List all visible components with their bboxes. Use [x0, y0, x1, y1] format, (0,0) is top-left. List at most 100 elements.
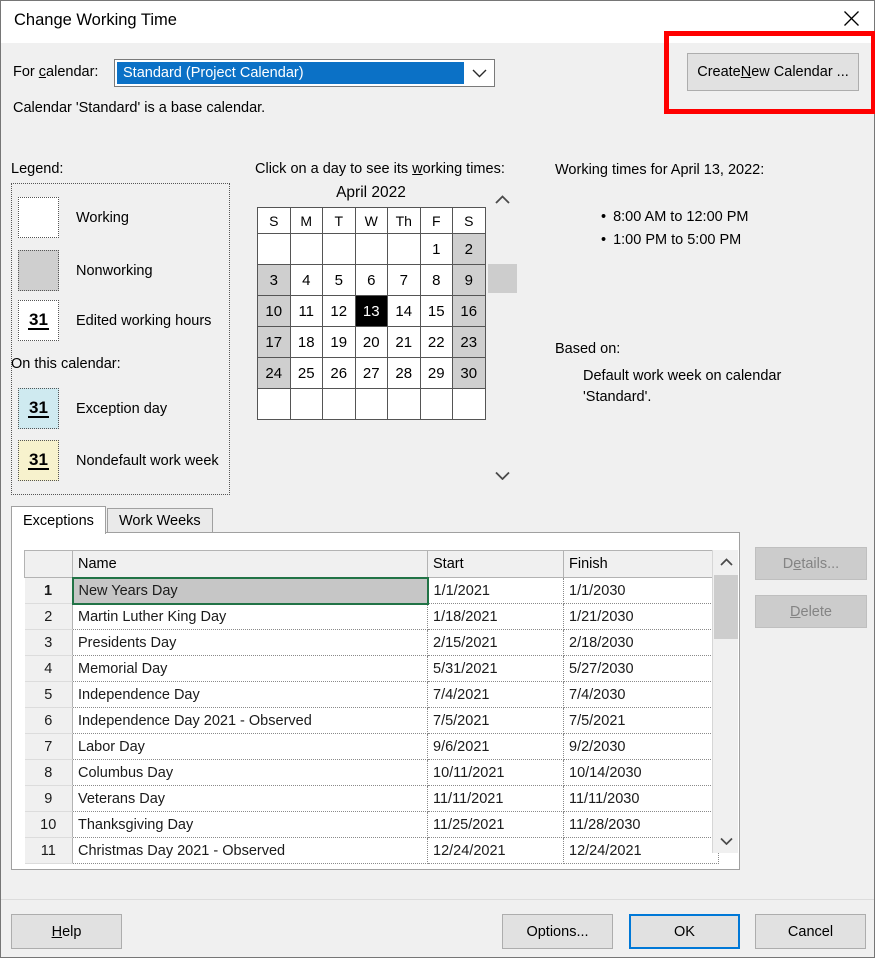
row-finish[interactable]: 7/4/2030 [563, 681, 719, 708]
row-start[interactable]: 7/5/2021 [427, 707, 564, 734]
row-name[interactable]: Labor Day [72, 733, 428, 760]
row-start[interactable]: 11/11/2021 [427, 785, 564, 812]
row-start[interactable]: 2/15/2021 [427, 629, 564, 656]
calendar-day-19[interactable]: 19 [322, 326, 356, 358]
options-button[interactable]: Options... [502, 914, 613, 949]
calendar-scroll-down-button[interactable] [488, 463, 517, 489]
calendar-grid[interactable]: S M T W Th F S 1 2 3 4 5 6 7 8 9 10 11 12 13 14 15 16 17 18 19 20… [257, 207, 486, 420]
row-name[interactable]: Independence Day 2021 - Observed [72, 707, 428, 734]
calendar-day-30[interactable]: 30 [452, 357, 486, 389]
calendar-day-13[interactable]: 13 [354, 295, 388, 327]
table-header-name[interactable]: Name [72, 550, 428, 578]
row-name[interactable]: Martin Luther King Day [72, 603, 428, 630]
calendar-scrollbar[interactable] [488, 187, 517, 489]
table-row[interactable]: 9 Veterans Day 11/11/2021 11/11/2030 [24, 785, 719, 812]
calendar-day-18[interactable]: 18 [289, 326, 323, 358]
row-index[interactable]: 7 [24, 733, 73, 760]
calendar-day-27[interactable]: 27 [354, 357, 388, 389]
row-index[interactable]: 3 [24, 629, 73, 656]
table-row[interactable]: 2 Martin Luther King Day 1/18/2021 1/21/203… [24, 603, 719, 630]
cancel-button[interactable]: Cancel [755, 914, 866, 949]
row-name[interactable]: Columbus Day [72, 759, 428, 786]
table-scrollbar[interactable] [712, 550, 738, 853]
row-start[interactable]: 11/25/2021 [427, 811, 564, 838]
table-row[interactable]: 6 Independence Day 2021 - Observed 7/5/202… [24, 707, 719, 734]
table-row[interactable]: 3 Presidents Day 2/15/2021 2/18/2030 [24, 629, 719, 656]
create-new-calendar-button[interactable]: Create New Calendar ... [687, 53, 859, 91]
calendar-day-3[interactable]: 3 [257, 264, 291, 296]
row-index[interactable]: 11 [24, 837, 73, 864]
calendar-day-23[interactable]: 23 [452, 326, 486, 358]
row-finish[interactable]: 5/27/2030 [563, 655, 719, 682]
calendar-day-25[interactable]: 25 [289, 357, 323, 389]
calendar-day-24[interactable]: 24 [257, 357, 291, 389]
row-index[interactable]: 8 [24, 759, 73, 786]
row-start[interactable]: 1/1/2021 [427, 577, 564, 604]
calendar-day-9[interactable]: 9 [452, 264, 486, 296]
table-row[interactable]: 4 Memorial Day 5/31/2021 5/27/2030 [24, 655, 719, 682]
row-start[interactable]: 10/11/2021 [427, 759, 564, 786]
exceptions-table[interactable]: Name Start Finish 1 New Years Day 1/1/2021… [24, 550, 719, 864]
row-index[interactable]: 6 [24, 707, 73, 734]
table-header-start[interactable]: Start [427, 550, 564, 578]
row-name[interactable]: Presidents Day [72, 629, 428, 656]
row-finish[interactable]: 1/21/2030 [563, 603, 719, 630]
row-finish[interactable]: 7/5/2021 [563, 707, 719, 734]
calendar-day-7[interactable]: 7 [387, 264, 421, 296]
ok-button[interactable]: OK [629, 914, 740, 949]
row-finish[interactable]: 2/18/2030 [563, 629, 719, 656]
table-row[interactable]: 7 Labor Day 9/6/2021 9/2/2030 [24, 733, 719, 760]
calendar-day-20[interactable]: 20 [354, 326, 388, 358]
table-scroll-thumb[interactable] [714, 575, 738, 639]
details-button[interactable]: De tails... [755, 547, 867, 580]
calendar-day-1[interactable]: 1 [419, 233, 453, 265]
calendar-day-2[interactable]: 2 [452, 233, 486, 265]
calendar-day-15[interactable]: 15 [419, 295, 453, 327]
table-header-finish[interactable]: Finish [563, 550, 719, 578]
row-index[interactable]: 9 [24, 785, 73, 812]
delete-button[interactable]: Delete [755, 595, 867, 628]
row-index[interactable]: 10 [24, 811, 73, 838]
calendar-day-8[interactable]: 8 [419, 264, 453, 296]
row-index[interactable]: 5 [24, 681, 73, 708]
row-start[interactable]: 12/24/2021 [427, 837, 564, 864]
calendar-select[interactable]: Standard (Project Calendar) [114, 59, 495, 87]
calendar-day-16[interactable]: 16 [452, 295, 486, 327]
table-row[interactable]: 11 Christmas Day 2021 - Observed 12/24/202… [24, 837, 719, 864]
calendar-day-22[interactable]: 22 [419, 326, 453, 358]
tab-work-weeks[interactable]: Work Weeks [107, 508, 213, 533]
calendar-day-14[interactable]: 14 [387, 295, 421, 327]
table-scroll-up-button[interactable] [713, 550, 739, 574]
row-finish[interactable]: 1/1/2030 [563, 577, 719, 604]
calendar-body[interactable]: 1 2 3 4 5 6 7 8 9 10 11 12 13 14 15 16 17 18 19 20 21 22 23 24 2… [257, 233, 486, 420]
calendar-day-12[interactable]: 12 [322, 295, 356, 327]
row-index[interactable]: 2 [24, 603, 73, 630]
table-row[interactable]: 8 Columbus Day 10/11/2021 10/14/2030 [24, 759, 719, 786]
calendar-day-28[interactable]: 28 [387, 357, 421, 389]
table-row[interactable]: 10 Thanksgiving Day 11/25/2021 11/28/2030 [24, 811, 719, 838]
table-row[interactable]: 1 New Years Day 1/1/2021 1/1/2030 [24, 576, 719, 605]
table-header-index[interactable] [24, 550, 73, 578]
row-finish[interactable]: 10/14/2030 [563, 759, 719, 786]
row-name[interactable]: Memorial Day [72, 655, 428, 682]
row-name[interactable]: Thanksgiving Day [72, 811, 428, 838]
row-start[interactable]: 7/4/2021 [427, 681, 564, 708]
row-finish[interactable]: 11/11/2030 [563, 785, 719, 812]
calendar-day-11[interactable]: 11 [289, 295, 323, 327]
calendar-day-10[interactable]: 10 [257, 295, 291, 327]
calendar-day-26[interactable]: 26 [322, 357, 356, 389]
row-start[interactable]: 9/6/2021 [427, 733, 564, 760]
calendar-scroll-up-button[interactable] [488, 187, 517, 213]
row-index[interactable]: 1 [24, 577, 73, 604]
calendar-day-6[interactable]: 6 [354, 264, 388, 296]
row-name[interactable]: New Years Day [71, 576, 429, 605]
row-finish[interactable]: 9/2/2030 [563, 733, 719, 760]
table-row[interactable]: 5 Independence Day 7/4/2021 7/4/2030 [24, 681, 719, 708]
row-index[interactable]: 4 [24, 655, 73, 682]
row-start[interactable]: 1/18/2021 [427, 603, 564, 630]
calendar-day-29[interactable]: 29 [419, 357, 453, 389]
calendar-day-4[interactable]: 4 [289, 264, 323, 296]
row-name[interactable]: Christmas Day 2021 - Observed [72, 837, 428, 864]
close-button[interactable] [828, 1, 874, 35]
row-start[interactable]: 5/31/2021 [427, 655, 564, 682]
